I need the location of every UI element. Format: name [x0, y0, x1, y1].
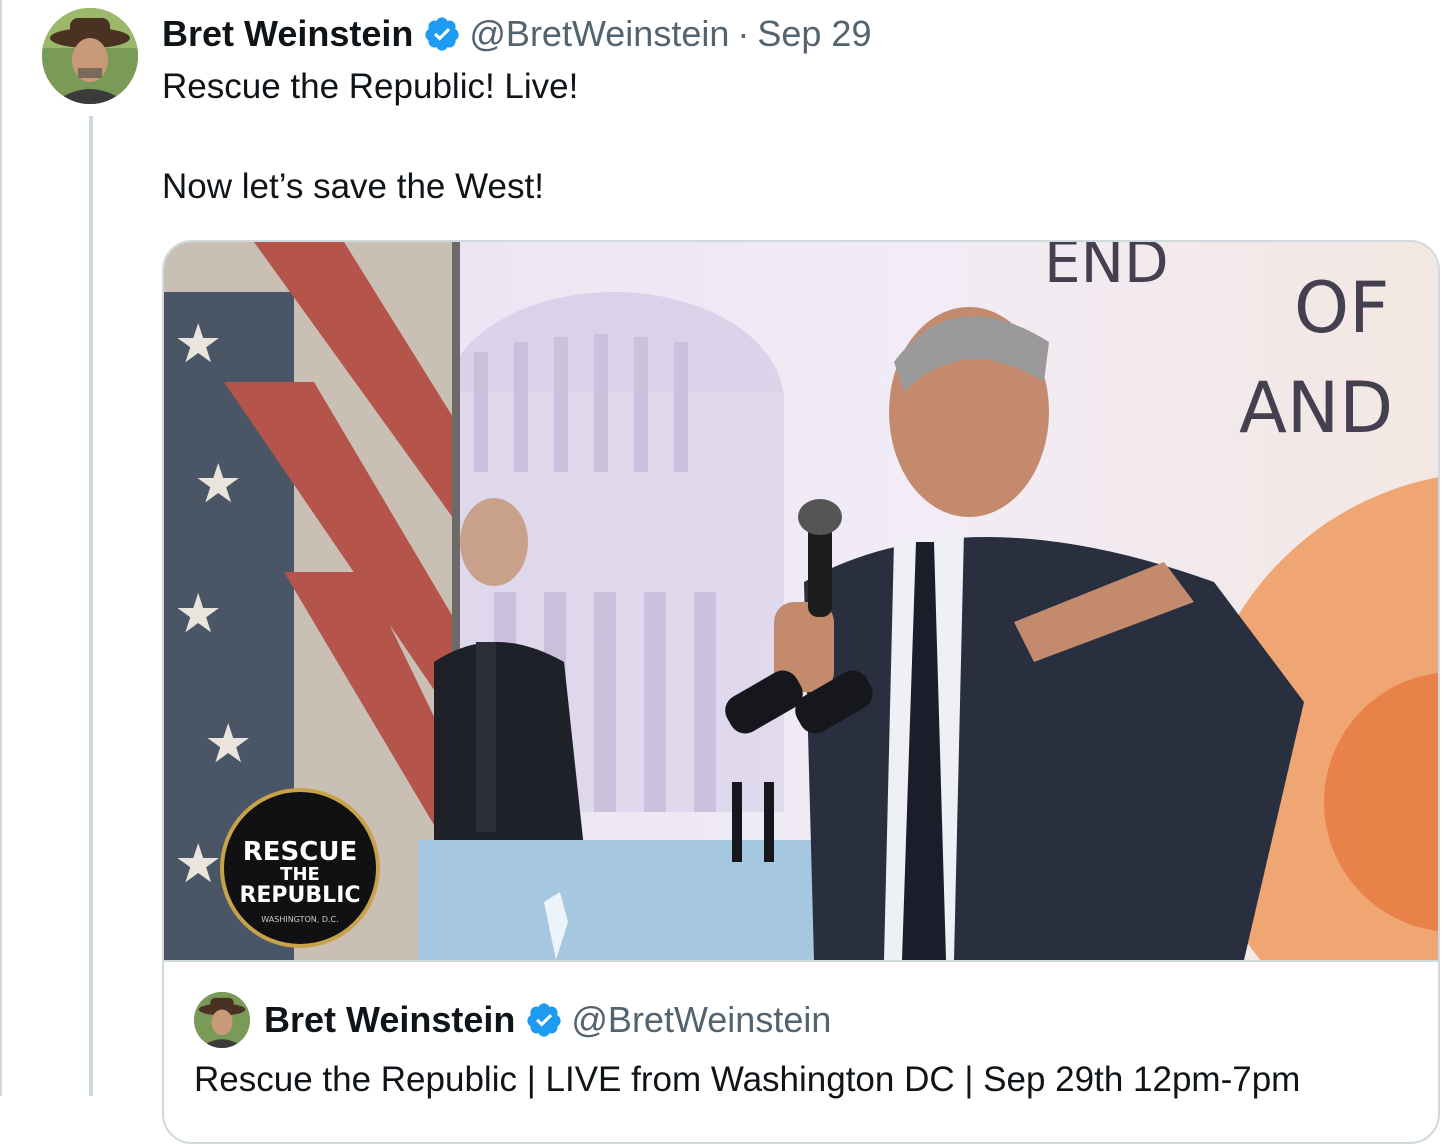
avatar-portrait-icon — [194, 992, 250, 1048]
verified-badge-icon[interactable] — [525, 1001, 563, 1039]
svg-text:★: ★ — [194, 454, 242, 514]
card-divider — [164, 960, 1438, 962]
backdrop-text-3: AND — [1239, 367, 1393, 449]
thread-connector — [89, 116, 93, 1096]
video-player[interactable]: END OF AND ★ ★ ★ ★ ★ RESCUE THE REPUBLIC… — [164, 242, 1438, 960]
video-frame: END OF AND ★ ★ ★ ★ ★ RESCUE THE REPUBLIC W… — [164, 242, 1438, 960]
tweet-header: Bret Weinstein @BretWeinstein · Sep 29 — [162, 12, 871, 56]
author-name[interactable]: Bret Weinstein — [162, 13, 413, 55]
author-handle[interactable]: @BretWeinstein — [469, 13, 729, 55]
logo-line-1: RESCUE — [243, 837, 357, 867]
author-avatar[interactable] — [42, 8, 138, 104]
tweet-date[interactable]: Sep 29 — [757, 13, 871, 55]
left-border — [0, 0, 2, 1096]
quoted-tweet-text: Rescue the Republic | LIVE from Washingt… — [194, 1060, 1301, 1099]
logo-line-4: WASHINGTON, D.C. — [261, 915, 338, 924]
verified-badge-icon[interactable] — [423, 15, 461, 53]
quoted-author-name[interactable]: Bret Weinstein — [264, 999, 515, 1041]
media-card[interactable]: END OF AND ★ ★ ★ ★ ★ RESCUE THE REPUBLIC… — [162, 240, 1440, 1144]
meta-separator: · — [737, 13, 750, 54]
backdrop-text-2: OF — [1294, 267, 1389, 349]
logo-line-2: THE — [280, 864, 320, 885]
quoted-tweet-header[interactable]: Bret Weinstein @BretWeinstein — [194, 992, 831, 1048]
logo-line-3: REPUBLIC — [239, 883, 360, 908]
rescue-the-republic-logo: RESCUE THE REPUBLIC WASHINGTON, D.C. — [220, 788, 380, 948]
tweet-text: Rescue the Republic! Live! Now let’s sav… — [162, 67, 579, 206]
quoted-author-handle[interactable]: @BretWeinstein — [571, 999, 831, 1041]
backdrop-text-1: END — [1044, 242, 1169, 296]
svg-text:★: ★ — [204, 714, 252, 774]
quoted-author-avatar[interactable] — [194, 992, 250, 1048]
avatar-portrait-icon — [42, 8, 138, 104]
svg-text:★: ★ — [174, 584, 222, 644]
svg-text:★: ★ — [174, 834, 222, 894]
svg-text:★: ★ — [174, 314, 222, 374]
